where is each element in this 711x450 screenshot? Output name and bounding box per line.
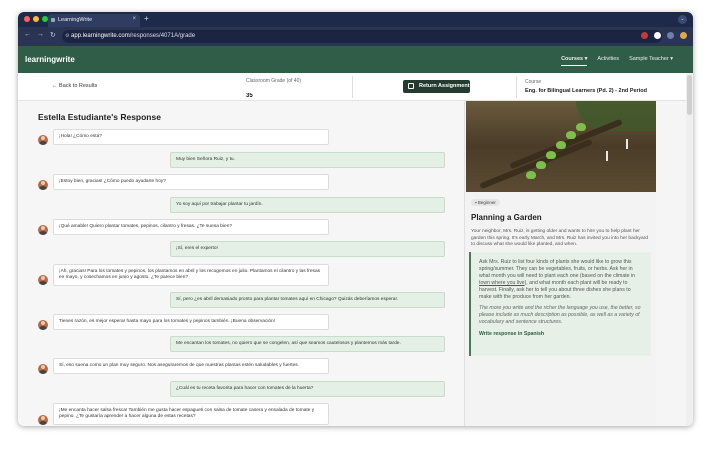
student-message: ¡Qué amable! Quiero plantar tomates, pep… [53, 219, 329, 235]
grading-toolbar: ← Back to Results Classroom Grade (of 40… [18, 73, 693, 102]
reload-icon[interactable]: ↻ [50, 31, 56, 39]
return-icon [408, 83, 414, 89]
teacher-message: Muy bien Señora Ruiz, y tu. [170, 152, 445, 168]
student-message: Sí, eso suena como un plan muy seguro. N… [53, 358, 329, 374]
student-message: ¡Hola! ¿Cómo está? [53, 129, 329, 145]
close-tab-icon[interactable]: × [132, 16, 136, 22]
prompt-text: Ask Mrs. Ruiz to list four kinds of plan… [479, 259, 636, 300]
assignment-description: Your neighbor, Mrs. Ruiz, is getting old… [471, 229, 648, 247]
profile-icon[interactable] [667, 32, 674, 39]
browser-window: LearningWrite × + ⌄ ← → ↻ ⚙ app.learning… [18, 12, 693, 426]
teacher-message: ¿Cuál es tu receta favorita para hacer c… [170, 381, 445, 397]
back-to-results-label: Back to Results [59, 83, 98, 89]
page-scrollbar[interactable] [686, 73, 693, 426]
avatar-icon[interactable] [680, 32, 687, 39]
site-info-icon[interactable]: ⚙ [65, 33, 69, 39]
scrollbar-thumb[interactable] [687, 75, 692, 115]
back-arrow-icon[interactable]: ← [24, 31, 31, 39]
nav-courses[interactable]: Courses ▾ [561, 56, 588, 66]
browser-tab[interactable]: LearningWrite × [48, 14, 140, 27]
grade-label: Classroom Grade (of 40) [246, 78, 302, 84]
return-assignment-label: Return Assignment [419, 83, 470, 89]
url-path: /responses/4071A/grade [129, 33, 196, 39]
student-message: ¡Me encanta hacer salsa fresca! También … [53, 403, 329, 425]
teacher-message: Yo soy aquí por trabajar plantar tu jard… [170, 197, 445, 213]
browser-tab-title: LearningWrite [58, 17, 93, 23]
divider [516, 76, 517, 98]
teacher-message: Me encantan los tomates, no quiero que s… [170, 336, 445, 352]
teacher-message: Sí, pero ¿es abril demasiado pronto para… [170, 292, 445, 308]
divider [352, 76, 353, 98]
assignment-panel: ▪ Beginner Planning a Garden Your neighb… [464, 101, 656, 426]
student-message: ¡Ah, gracias! Para los tomates y pepinos… [53, 264, 329, 286]
browser-extension-icons [641, 32, 687, 39]
prompt-action: Write response in Spanish [479, 331, 545, 337]
app-logo[interactable]: learningwrite [25, 55, 75, 64]
climate-link[interactable]: town where you live [479, 280, 525, 286]
avatar [38, 225, 48, 235]
close-window-button[interactable] [24, 16, 30, 22]
response-panel: Estella Estudiante's Response ¡Hola! ¿Có… [18, 101, 464, 426]
browser-toolbar: ← → ↻ ⚙ app.learningwrite.com/responses/… [18, 27, 693, 46]
minimize-window-button[interactable] [33, 16, 39, 22]
assignment-prompt: Ask Mrs. Ruiz to list four kinds of plan… [469, 252, 651, 356]
return-assignment-button[interactable]: Return Assignment [403, 80, 470, 93]
app-header: learningwrite Courses ▾ Activities Sampl… [18, 46, 693, 73]
student-message: Tienes razón, es mejor esperar hasta may… [53, 314, 329, 330]
arrow-left-icon: ← [52, 83, 60, 89]
extension-icon[interactable] [654, 32, 661, 39]
url-host: app.learningwrite.com [71, 33, 130, 39]
avatar [38, 415, 48, 425]
teacher-message: ¡Sí, eres el experto! [170, 241, 445, 257]
avatar [38, 320, 48, 330]
level-badge: ▪ Beginner [471, 199, 500, 206]
back-to-results-link[interactable]: ← Back to Results [52, 83, 97, 89]
course-info: Course Eng. for Bilingual Learners (Pd. … [525, 79, 647, 94]
browser-tab-bar: LearningWrite × + ⌄ [18, 12, 693, 27]
window-controls [24, 16, 48, 22]
nav-activities[interactable]: Activities [597, 56, 619, 66]
nav-buttons: ← → ↻ [24, 31, 56, 39]
favicon-icon [51, 18, 55, 22]
address-bar[interactable]: ⚙ app.learningwrite.com/responses/4071A/… [62, 30, 662, 43]
avatar [38, 180, 48, 190]
forward-arrow-icon[interactable]: → [37, 31, 44, 39]
top-nav: Courses ▾ Activities Sample Teacher ▾ [561, 56, 673, 66]
grade-block: Classroom Grade (of 40) [246, 78, 336, 102]
avatar [38, 275, 48, 285]
user-menu[interactable]: Sample Teacher ▾ [629, 56, 673, 66]
new-tab-button[interactable]: + [144, 14, 149, 23]
avatar [38, 135, 48, 145]
garden-image [466, 101, 656, 192]
response-title: Estella Estudiante's Response [38, 112, 161, 122]
prompt-note: The more you write and the richer the la… [479, 305, 641, 325]
avatar [38, 364, 48, 374]
course-name: Eng. for Bilingual Learners (Pd. 2) - 2n… [525, 88, 647, 94]
level-label: Beginner [477, 200, 496, 205]
student-message: ¡Estoy bien, gracias! ¿Cómo puedo ayudar… [53, 174, 329, 190]
grade-input[interactable] [246, 91, 298, 102]
tab-search-icon[interactable]: ⌄ [678, 15, 687, 24]
course-label: Course [525, 79, 542, 85]
extension-icon[interactable] [641, 32, 648, 39]
assignment-title: Planning a Garden [471, 213, 542, 222]
